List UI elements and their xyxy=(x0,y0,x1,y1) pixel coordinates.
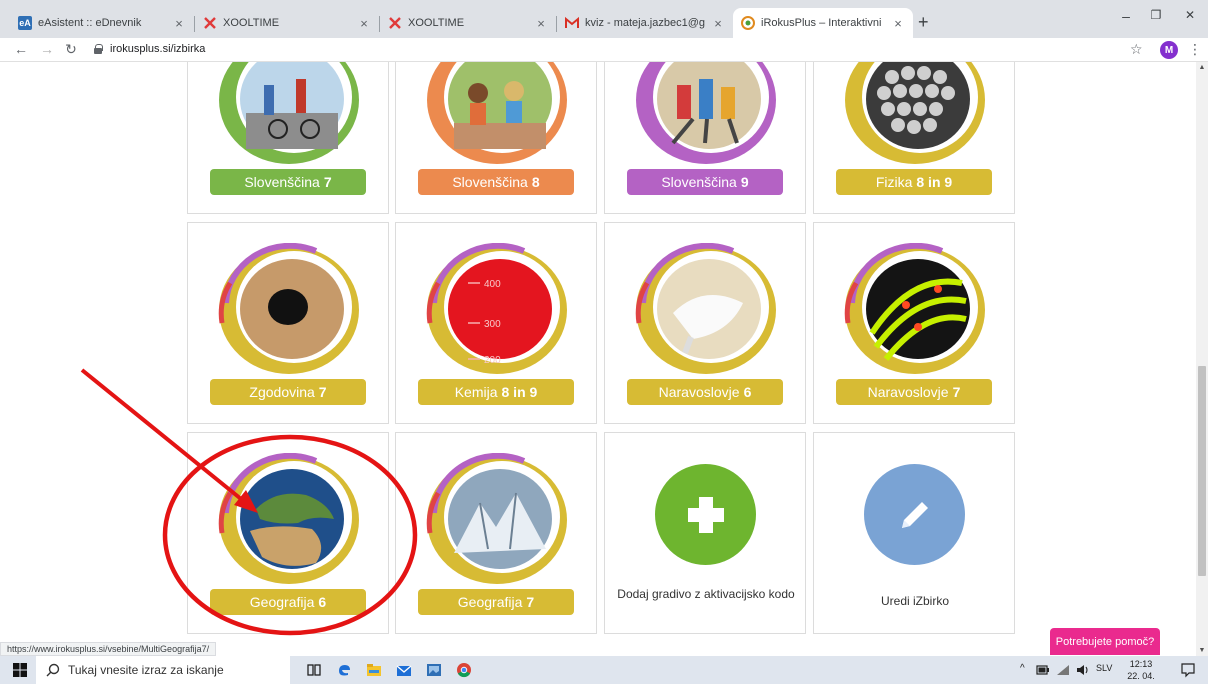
tab-xooltime-1[interactable]: XOOLTIME × xyxy=(195,8,379,38)
menu-kebab-icon[interactable]: ⋮ xyxy=(1188,41,1202,58)
gmail-m-icon xyxy=(565,16,579,28)
tab-easistent[interactable]: eA eAsistent :: eDnevnik × xyxy=(10,8,194,38)
tab-close-icon[interactable]: × xyxy=(172,16,186,31)
easistent-favicon: eA xyxy=(18,16,32,30)
tab-close-icon[interactable]: × xyxy=(534,16,548,31)
input-language[interactable]: SLV xyxy=(1096,663,1112,673)
chrome-icon[interactable] xyxy=(456,662,472,678)
new-tab-button[interactable]: + xyxy=(918,12,929,33)
xooltime-x-icon xyxy=(389,17,401,29)
tab-title: iRokusPlus – Interaktivni učbenik xyxy=(761,17,885,29)
task-view-icon[interactable] xyxy=(306,662,322,678)
help-button[interactable]: Potrebujete pomoč? xyxy=(1050,628,1160,655)
windows-taskbar: Tukaj vnesite izraz za iskanje ^ SLV 12:… xyxy=(0,656,1208,684)
mail-icon[interactable] xyxy=(396,662,412,678)
tab-title: kviz - mateja.jazbec1@gmail.com xyxy=(585,17,705,29)
search-icon xyxy=(46,663,60,677)
page-scrollbar[interactable]: ▲ ▼ xyxy=(1196,62,1208,656)
profile-avatar[interactable]: M xyxy=(1160,41,1178,59)
annotation-arrow-head xyxy=(234,490,258,513)
battery-icon[interactable] xyxy=(1036,664,1050,676)
tray-expand-chevron-icon[interactable]: ^ xyxy=(1020,663,1025,674)
forward-arrow-icon[interactable]: → xyxy=(38,41,56,57)
tab-close-icon[interactable]: × xyxy=(357,16,371,31)
clock-date: 22. 04. 2020 xyxy=(1127,671,1155,684)
maximize-button[interactable]: ❐ xyxy=(1146,8,1166,22)
windows-start-icon[interactable] xyxy=(12,662,28,678)
reload-icon[interactable]: ↻ xyxy=(62,41,80,58)
tab-xooltime-2[interactable]: XOOLTIME × xyxy=(380,8,556,38)
close-window-button[interactable]: ✕ xyxy=(1180,8,1200,22)
back-arrow-icon[interactable]: ← xyxy=(12,41,30,57)
scroll-thumb[interactable] xyxy=(1198,366,1206,576)
taskbar-search-placeholder: Tukaj vnesite izraz za iskanje xyxy=(68,663,224,677)
edge-browser-icon[interactable] xyxy=(336,662,352,678)
notifications-icon[interactable] xyxy=(1180,662,1196,678)
tab-title: eAsistent :: eDnevnik xyxy=(38,17,142,29)
volume-icon[interactable] xyxy=(1076,664,1090,676)
tab-gmail-kviz[interactable]: kviz - mateja.jazbec1@gmail.com × xyxy=(557,8,733,38)
bookmark-star-icon[interactable]: ☆ xyxy=(1130,41,1143,58)
clock-time: 12:13 xyxy=(1129,659,1153,669)
tab-irokusplus[interactable]: iRokusPlus – Interaktivni učbenik × xyxy=(733,8,913,38)
tab-title: XOOLTIME xyxy=(223,17,280,29)
browser-toolbar: ← → ↻ irokusplus.si/izbirka ☆ M ⋮ xyxy=(0,38,1208,62)
photos-app-icon[interactable] xyxy=(426,662,442,678)
scroll-down-arrow-icon[interactable]: ▼ xyxy=(1196,647,1208,654)
xooltime-x-icon xyxy=(204,17,216,29)
screen: eA eAsistent :: eDnevnik × XOOLTIME × XO… xyxy=(0,0,1208,684)
taskbar-clock[interactable]: 12:13 22. 04. 2020 xyxy=(1118,658,1164,684)
address-bar[interactable]: irokusplus.si/izbirka xyxy=(110,43,205,55)
tab-close-icon[interactable]: × xyxy=(891,16,905,31)
wifi-icon[interactable] xyxy=(1056,664,1070,676)
annotation-arrow-line xyxy=(80,368,248,505)
status-bar-url: https://www.irokusplus.si/vsebine/MultiG… xyxy=(0,642,217,656)
lock-icon xyxy=(94,44,103,54)
annotation-circle xyxy=(162,434,418,636)
tab-title: XOOLTIME xyxy=(408,17,465,29)
tab-close-icon[interactable]: × xyxy=(711,16,725,31)
taskbar-search-box[interactable]: Tukaj vnesite izraz za iskanje xyxy=(36,656,290,684)
file-explorer-icon[interactable] xyxy=(366,662,382,678)
page-viewport: Slovenščina 7 Slovenščina 8 Slovenščina … xyxy=(0,62,1196,656)
browser-tab-strip: eA eAsistent :: eDnevnik × XOOLTIME × XO… xyxy=(0,0,1208,38)
minimize-button[interactable]: – xyxy=(1116,8,1136,24)
annotation-overlay xyxy=(80,368,418,636)
scroll-up-arrow-icon[interactable]: ▲ xyxy=(1196,64,1208,71)
irokus-icon xyxy=(741,16,755,30)
